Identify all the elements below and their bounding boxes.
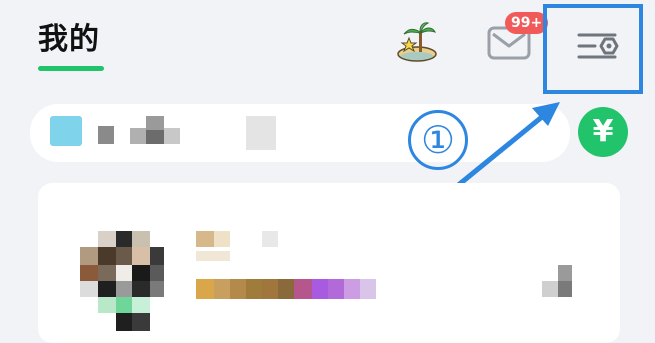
blurred-avatar: [116, 231, 132, 247]
blurred-avatar: [132, 265, 150, 281]
blurred-content: [246, 116, 276, 150]
blurred-tag: [294, 279, 312, 299]
title-underline: [38, 66, 104, 71]
blurred-content: [146, 116, 164, 130]
blurred-username: [214, 231, 230, 247]
blurred-tag: [328, 279, 344, 299]
blurred-avatar: [98, 231, 116, 247]
blurred-tag: [360, 279, 376, 299]
blurred-tag: [196, 279, 214, 299]
blurred-avatar: [80, 281, 98, 297]
blurred-tag: [344, 279, 360, 299]
wallet-coin-button[interactable]: ¥: [578, 107, 628, 157]
blurred-avatar: [116, 247, 132, 265]
blurred-content: [130, 128, 146, 144]
blurred-avatar: [50, 116, 82, 146]
blurred-avatar: [150, 281, 164, 297]
blurred-tag: [230, 279, 246, 299]
blurred-avatar: [98, 297, 116, 313]
blurred-content: [558, 265, 572, 281]
blurred-avatar: [116, 297, 132, 313]
blurred-avatar: [116, 281, 132, 297]
blurred-avatar: [132, 247, 150, 265]
blurred-avatar: [98, 265, 116, 281]
island-star-icon[interactable]: [396, 20, 438, 62]
profile-card[interactable]: [38, 183, 620, 343]
blurred-tag: [214, 279, 230, 299]
blurred-username: [262, 231, 278, 247]
blurred-avatar: [80, 265, 98, 281]
blurred-tag: [278, 279, 294, 299]
blurred-content: [98, 126, 114, 144]
blurred-avatar: [116, 313, 132, 331]
blurred-content: [558, 281, 572, 297]
blurred-avatar: [80, 247, 98, 265]
blurred-avatar: [132, 281, 150, 297]
blurred-tag: [246, 279, 262, 299]
annotation-highlight-box: [543, 4, 643, 94]
blurred-avatar: [132, 231, 150, 247]
blurred-username: [196, 231, 214, 247]
blurred-tag: [312, 279, 328, 299]
blurred-avatar: [98, 247, 116, 265]
blurred-avatar: [150, 265, 164, 281]
blurred-username: [196, 251, 230, 261]
blurred-avatar: [132, 313, 150, 331]
blurred-content: [542, 281, 558, 297]
blurred-content: [164, 128, 180, 144]
blurred-avatar: [150, 247, 164, 265]
blurred-content: [146, 130, 164, 144]
page-title: 我的: [38, 22, 100, 57]
yuan-coin-icon: ¥: [592, 114, 614, 149]
unread-badge: 99+: [505, 12, 549, 34]
blurred-tag: [262, 279, 278, 299]
blurred-avatar: [98, 281, 116, 297]
blurred-avatar: [116, 265, 132, 281]
blurred-avatar: [132, 297, 150, 313]
